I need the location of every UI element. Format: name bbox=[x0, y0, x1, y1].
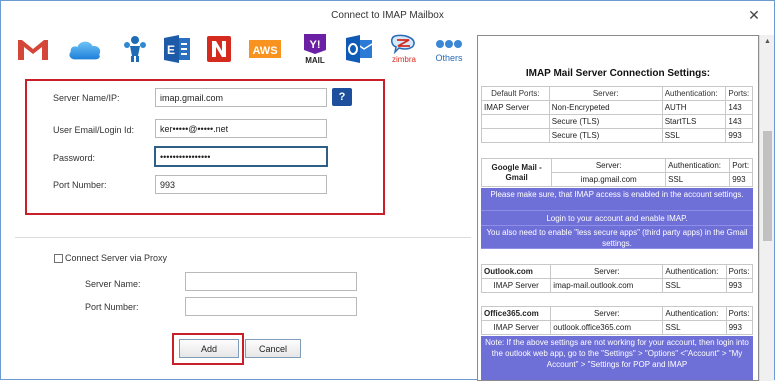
office365-name: Office365.com bbox=[480, 306, 552, 321]
col-server: Server: bbox=[550, 264, 664, 279]
table-cell: imap.gmail.com bbox=[551, 172, 667, 187]
email-input[interactable]: ker•••••@•••••.net bbox=[155, 119, 327, 138]
table-cell: outlook.office365.com bbox=[550, 320, 664, 335]
ibm-icon[interactable] bbox=[117, 31, 153, 67]
zimbra-icon[interactable]: zimbra bbox=[385, 31, 423, 67]
port-label: Port Number: bbox=[53, 180, 107, 190]
others-label: Others bbox=[435, 53, 463, 63]
aws-label: AWS bbox=[252, 45, 277, 57]
table-cell: Secure (TLS) bbox=[548, 114, 663, 129]
office365-table: Office365.com Server: Authentication: Po… bbox=[480, 306, 754, 335]
server-label: Server Name/IP: bbox=[53, 93, 120, 103]
table-cell bbox=[481, 128, 550, 143]
table-cell: SSL bbox=[662, 278, 727, 293]
gmail-name: Google Mail - Gmail bbox=[480, 158, 553, 187]
gmail-note-login: Login to your account and enable IMAP. bbox=[481, 211, 753, 226]
table-cell: 993 bbox=[729, 172, 753, 187]
imap-ports-table: Default Ports: Server: Authentication: P… bbox=[481, 86, 753, 143]
table-cell: 143 bbox=[725, 114, 753, 129]
table-cell: AUTH bbox=[661, 100, 727, 115]
table-cell: imap-mail.outlook.com bbox=[550, 278, 664, 293]
gmail-note-imap: Please make sure, that IMAP access is en… bbox=[481, 188, 753, 211]
col-auth: Authentication: bbox=[662, 264, 727, 279]
table-cell: IMAP Server bbox=[480, 278, 552, 293]
gmail-table: Google Mail - Gmail Server: Authenticati… bbox=[480, 158, 753, 187]
table-cell: SSL bbox=[661, 128, 727, 143]
table-cell: SSL bbox=[665, 172, 731, 187]
table-cell: IMAP Server bbox=[481, 100, 550, 115]
yahoo-icon[interactable]: Y! MAIL bbox=[297, 31, 333, 67]
table-cell: Secure (TLS) bbox=[548, 128, 663, 143]
table-cell: SSL bbox=[662, 320, 727, 335]
password-input[interactable]: •••••••••••••••• bbox=[154, 146, 328, 167]
office365-note: Note: If the above settings are not work… bbox=[481, 336, 753, 380]
col-auth: Authentication: bbox=[661, 86, 727, 101]
col-ports: Ports: bbox=[725, 86, 753, 101]
col-server: Server: bbox=[548, 86, 663, 101]
gmail-note-less-secure: You also need to enable "less secure app… bbox=[481, 226, 753, 249]
others-icon[interactable]: Others bbox=[429, 31, 469, 67]
add-button[interactable]: Add bbox=[179, 339, 239, 358]
scroll-thumb[interactable] bbox=[763, 131, 772, 241]
table-cell: 993 bbox=[725, 128, 753, 143]
zimbra-label: zimbra bbox=[392, 55, 417, 64]
exchange-icon[interactable]: E bbox=[159, 31, 195, 67]
netease-icon[interactable] bbox=[201, 31, 237, 67]
proxy-port-input[interactable] bbox=[185, 297, 357, 316]
imap-dialog: Connect to IMAP Mailbox ✕ E AWS Y! MAIL z… bbox=[0, 0, 775, 381]
settings-panel[interactable]: IMAP Mail Server Connection Settings: De… bbox=[477, 35, 759, 381]
col-server: Server: bbox=[550, 306, 664, 321]
table-cell bbox=[481, 114, 550, 129]
table-cell: StartTLS bbox=[661, 114, 727, 129]
proxy-port-label: Port Number: bbox=[85, 302, 139, 312]
col-auth: Authentication: bbox=[665, 158, 731, 173]
close-button[interactable]: ✕ bbox=[746, 7, 762, 23]
gmail-icon[interactable] bbox=[15, 31, 51, 67]
separator bbox=[15, 237, 471, 238]
proxy-server-input[interactable] bbox=[185, 272, 357, 291]
col-auth: Authentication: bbox=[662, 306, 727, 321]
proxy-server-label: Server Name: bbox=[85, 279, 141, 289]
outlook-name: Outlook.com bbox=[480, 264, 552, 279]
cancel-button[interactable]: Cancel bbox=[245, 339, 301, 358]
title-bar: Connect to IMAP Mailbox ✕ bbox=[1, 1, 774, 29]
table-cell: 993 bbox=[725, 278, 754, 293]
server-input[interactable]: imap.gmail.com bbox=[155, 88, 327, 107]
settings-title: IMAP Mail Server Connection Settings: bbox=[525, 68, 711, 79]
outlook-table: Outlook.com Server: Authentication: Port… bbox=[480, 264, 754, 293]
svg-text:Y!: Y! bbox=[310, 39, 321, 51]
col-port: Port: bbox=[729, 158, 753, 173]
window-title: Connect to IMAP Mailbox bbox=[331, 10, 444, 21]
col-default-ports: Default Ports: bbox=[481, 86, 550, 101]
help-button[interactable]: ? bbox=[332, 88, 352, 106]
proxy-checkbox-label[interactable]: Connect Server via Proxy bbox=[65, 253, 167, 263]
table-cell: 143 bbox=[725, 100, 753, 115]
yahoo-label: MAIL bbox=[305, 56, 325, 65]
proxy-checkbox[interactable] bbox=[54, 254, 63, 263]
outlook-icon[interactable] bbox=[341, 31, 377, 67]
settings-scrollbar[interactable]: ▲ bbox=[759, 35, 774, 381]
password-label: Password: bbox=[53, 153, 96, 163]
aws-icon[interactable]: AWS bbox=[245, 31, 285, 67]
scroll-up-icon[interactable]: ▲ bbox=[760, 35, 775, 49]
port-input[interactable]: 993 bbox=[155, 175, 327, 194]
col-ports: Ports: bbox=[725, 264, 754, 279]
col-server: Server: bbox=[551, 158, 667, 173]
col-ports: Ports: bbox=[725, 306, 754, 321]
table-cell: IMAP Server bbox=[480, 320, 552, 335]
email-label: User Email/Login Id: bbox=[53, 125, 135, 135]
svg-text:E: E bbox=[167, 43, 175, 57]
table-cell: 993 bbox=[725, 320, 754, 335]
icloud-icon[interactable] bbox=[67, 31, 103, 67]
table-cell: Non-Encrypeted bbox=[548, 100, 663, 115]
